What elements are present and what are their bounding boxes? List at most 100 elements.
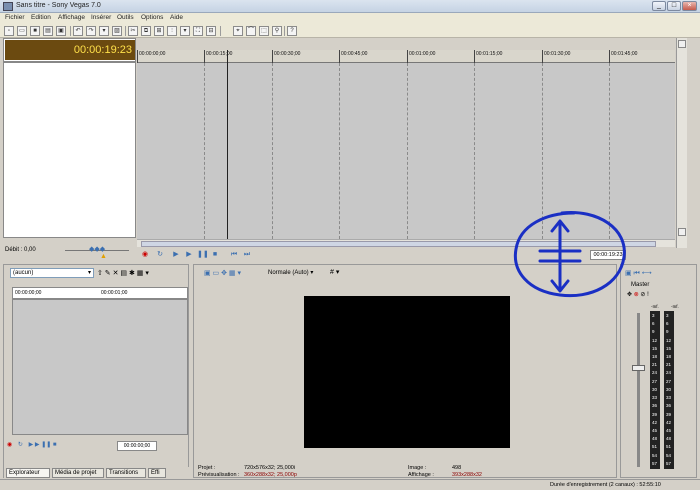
- playhead-cursor[interactable]: [227, 50, 228, 240]
- db-left: -Inf.: [651, 304, 659, 309]
- menu-outils[interactable]: Outils: [117, 14, 134, 21]
- vu-scale-label: 39: [666, 411, 672, 417]
- tab-effets[interactable]: Effi: [148, 468, 166, 478]
- master-label: Master: [631, 282, 650, 288]
- lock-envelopes-icon[interactable]: ⛶: [193, 26, 203, 36]
- explorer-time[interactable]: 00:00:00;00: [117, 441, 157, 451]
- vu-scale-label: 21: [652, 362, 658, 368]
- window-docking-tabs: Explorateur Média de projet Transitions …: [4, 467, 190, 478]
- normal-edit-tool-icon[interactable]: ⌖: [233, 26, 243, 36]
- vu-scale-label: 27: [666, 378, 672, 384]
- quality-dropdown[interactable]: Normale (Auto) ▾: [268, 269, 313, 276]
- ripple-dropdown-icon[interactable]: ▾: [180, 26, 190, 36]
- quality-dropdown-value: Normale (Auto): [268, 270, 309, 276]
- tab-transitions[interactable]: Transitions: [106, 468, 146, 478]
- vu-scale-label: 27: [652, 378, 658, 384]
- ignore-grouping-icon[interactable]: ⊟: [206, 26, 216, 36]
- ruler-tick: 00:01:00;00: [409, 51, 436, 57]
- undo-icon[interactable]: ↶: [73, 26, 83, 36]
- track-list[interactable]: [3, 62, 136, 238]
- previsualisation-value: 360x288x32; 25,000p: [244, 472, 297, 478]
- new-icon[interactable]: ▫: [4, 26, 14, 36]
- auto-ripple-icon[interactable]: ⫶: [167, 26, 177, 36]
- explorer-toolbar-icons[interactable]: ⇧ ✎ ✕ ▤ ✱ ▦ ▾: [97, 269, 149, 277]
- previsualisation-label: Prévisualisation :: [198, 472, 240, 478]
- timeline-horizontal-scrollbar[interactable]: [137, 239, 675, 247]
- rate-panel: Débit : 0,00 ◆◆◆ ▲: [3, 240, 136, 262]
- cut-icon[interactable]: ✂: [128, 26, 138, 36]
- loop-icon[interactable]: ↻: [155, 250, 165, 260]
- vu-scale-label: 21: [666, 362, 672, 368]
- grid-icon[interactable]: # ▾: [330, 268, 339, 276]
- undo-history-icon[interactable]: ▾: [99, 26, 109, 36]
- master-bus-mixer: ▣ ⏮ ⟷ Master ✥ ⊗ ⊘ ! -Inf. -Inf. 3366991…: [620, 264, 697, 478]
- timeline-vertical-scrollbar[interactable]: [676, 38, 687, 248]
- cursor-position[interactable]: 00:00:19:23: [590, 250, 626, 260]
- vu-scale-label: 9: [652, 329, 655, 335]
- preview-info: Projet : 720x576x32; 25,000i Prévisualis…: [198, 465, 608, 479]
- preview-toolbar-icons[interactable]: ▣ ▭ ✥ ▦ ▾: [204, 269, 241, 277]
- vu-scale-label: 48: [652, 436, 658, 442]
- tab-media-de-projet[interactable]: Média de projet: [52, 468, 104, 478]
- vu-scale-label: 3: [666, 313, 669, 318]
- warning-icon: ▲: [100, 253, 107, 260]
- file-list[interactable]: [12, 299, 188, 435]
- properties-icon[interactable]: ▤: [43, 26, 53, 36]
- vu-scale-label: 6: [666, 321, 669, 327]
- selection-tool-icon[interactable]: ⬚: [259, 26, 269, 36]
- snap-icon[interactable]: ⊞: [154, 26, 164, 36]
- timeline-track-area[interactable]: [137, 63, 675, 239]
- render-icon[interactable]: ▣: [56, 26, 66, 36]
- maximize-button[interactable]: □: [667, 1, 681, 11]
- vu-scale-label: 6: [652, 321, 655, 327]
- menu-edition[interactable]: Edition: [31, 14, 51, 21]
- toolbar: ▫ ▭ ■ ▤ ▣ ↶ ↷ ▾ ▨ ✂ ⧉ ⊞ ⫶ ▾ ⛶ ⊟ ⌖ ⌒ ⬚ ⚲ …: [0, 24, 700, 38]
- vu-scale-label: 15: [652, 345, 658, 351]
- vu-scale-label: 51: [666, 444, 672, 450]
- timeline-ruler[interactable]: 00:00:00;00 00:00:15;00 00:00:30;00 00:0…: [137, 50, 675, 63]
- redo-icon[interactable]: ↷: [86, 26, 96, 36]
- save-icon[interactable]: ■: [30, 26, 40, 36]
- go-to-end-icon[interactable]: ⏭: [242, 250, 252, 260]
- paste-icon[interactable]: ▨: [112, 26, 122, 36]
- record-icon[interactable]: ◉: [7, 442, 12, 448]
- pause-icon[interactable]: ❚❚: [197, 250, 209, 260]
- menu-fichier[interactable]: Fichier: [5, 14, 25, 21]
- play-icon[interactable]: ▶: [184, 250, 194, 260]
- stop-icon[interactable]: ■: [210, 250, 220, 260]
- menu-affichage[interactable]: Affichage: [58, 14, 85, 21]
- vu-scale-label: 42: [666, 419, 672, 425]
- rate-slider-thumb-icon[interactable]: ◆◆◆: [89, 245, 105, 253]
- vu-scale-label: 51: [652, 444, 658, 450]
- menu-inserer[interactable]: Insérer: [91, 14, 111, 21]
- loop-icon[interactable]: ↻: [18, 442, 23, 448]
- menu-options[interactable]: Options: [141, 14, 163, 21]
- record-icon[interactable]: ◉: [140, 250, 150, 260]
- go-to-start-icon[interactable]: ⏮: [229, 250, 239, 260]
- video-preview-panel: ▣ ▭ ✥ ▦ ▾ Normale (Auto) ▾ # ▾ Projet : …: [193, 264, 617, 478]
- vu-scale-label: 18: [666, 354, 672, 360]
- ruler-tick: 00:01:15;00: [476, 51, 503, 57]
- open-icon[interactable]: ▭: [17, 26, 27, 36]
- zoom-tool-icon[interactable]: ⚲: [272, 26, 282, 36]
- vu-scale-label: 24: [652, 370, 658, 376]
- close-button[interactable]: ×: [682, 1, 697, 11]
- menu-aide[interactable]: Aide: [170, 14, 183, 21]
- vu-scale-label: 33: [652, 395, 658, 401]
- video-preview-screen: [304, 296, 510, 448]
- tab-explorateur[interactable]: Explorateur: [6, 468, 50, 478]
- current-time-display: 00:00:19:23: [5, 40, 135, 60]
- play-from-start-icon[interactable]: ▶: [171, 250, 181, 260]
- vu-scale-label: 12: [652, 337, 658, 343]
- folder-dropdown[interactable]: (aucun) ▾: [10, 268, 94, 278]
- envelope-tool-icon[interactable]: ⌒: [246, 26, 256, 36]
- ruler-tick: 00:00:00;00: [139, 51, 166, 57]
- play-icon[interactable]: ▶ ▶ ❚❚ ■: [29, 442, 57, 448]
- master-controls[interactable]: ✥ ⊗ ⊘ !: [627, 291, 649, 298]
- help-icon[interactable]: ?: [287, 26, 297, 36]
- explorer-panel: (aucun) ▾ ⇧ ✎ ✕ ▤ ✱ ▦ ▾ 00:00:00;00 00:00…: [3, 264, 190, 478]
- minimize-button[interactable]: _: [652, 1, 666, 11]
- copy-icon[interactable]: ⧉: [141, 26, 151, 36]
- image-label: Image :: [408, 465, 427, 471]
- mixer-toolbar-icons[interactable]: ▣ ⏮ ⟷: [625, 269, 652, 278]
